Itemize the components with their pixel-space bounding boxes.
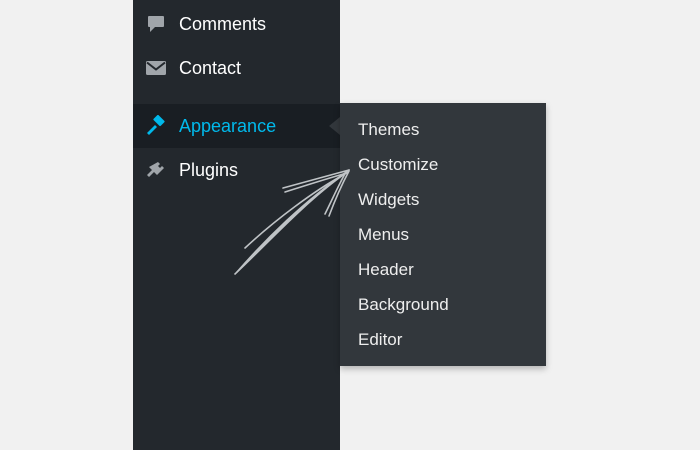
submenu-item-editor[interactable]: Editor xyxy=(358,328,402,352)
sidebar-item-label: Contact xyxy=(179,57,242,78)
screenshot-stage: Comments Contact Appearance Plugins Them… xyxy=(0,0,700,450)
sidebar-item-label: Appearance xyxy=(179,115,277,136)
appearance-submenu: Themes Customize Widgets Menus Header Ba… xyxy=(340,103,546,366)
sidebar-item-contact[interactable]: Contact xyxy=(133,46,340,90)
sidebar-item-label: Comments xyxy=(179,13,267,34)
submenu-item-customize[interactable]: Customize xyxy=(358,153,438,177)
paintbrush-icon xyxy=(145,115,167,137)
submenu-pointer xyxy=(329,117,340,135)
sidebar-item-comments[interactable]: Comments xyxy=(133,2,340,46)
hand-drawn-arrow-annotation xyxy=(234,169,350,275)
submenu-item-background[interactable]: Background xyxy=(358,293,449,317)
sidebar-item-appearance[interactable]: Appearance xyxy=(133,104,340,148)
submenu-item-menus[interactable]: Menus xyxy=(358,223,409,247)
plugin-icon xyxy=(145,159,167,181)
submenu-item-themes[interactable]: Themes xyxy=(358,118,419,142)
comment-icon xyxy=(145,13,167,35)
submenu-item-widgets[interactable]: Widgets xyxy=(358,188,419,212)
submenu-item-header[interactable]: Header xyxy=(358,258,414,282)
envelope-icon xyxy=(145,57,167,79)
